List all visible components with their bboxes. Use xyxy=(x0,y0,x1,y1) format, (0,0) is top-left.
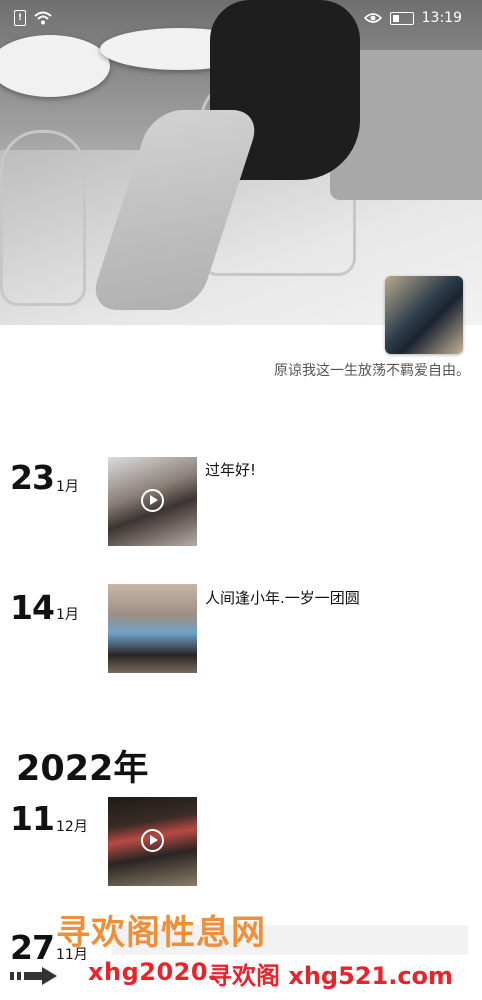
battery-icon xyxy=(389,11,414,25)
post-caption: 过年好! xyxy=(205,461,257,479)
cover-chair-left xyxy=(0,130,86,306)
post-thumbnail[interactable] xyxy=(108,584,197,673)
watermark-text: 寻欢阁性息网 xyxy=(56,913,266,953)
post-thumbnail[interactable] xyxy=(108,457,197,546)
year-header: 2022年 xyxy=(16,749,149,789)
post-month: 12月 xyxy=(56,819,88,835)
profile-signature: 原谅我这一生放荡不羁爱自由。 xyxy=(274,363,470,379)
wifi-icon xyxy=(34,11,52,25)
arrow-icon xyxy=(10,967,57,985)
eye-icon xyxy=(363,13,382,23)
cover-table-left xyxy=(0,35,110,97)
post-thumbnail[interactable] xyxy=(108,797,197,886)
post-day: 11 xyxy=(10,799,55,838)
post-day: 23 xyxy=(10,458,55,497)
watermark-url: xhg2020. xyxy=(88,958,218,986)
post-caption: 人间逢小年.一岁一团圆 xyxy=(205,589,360,607)
sim-icon: ! xyxy=(14,10,26,26)
watermark-url-2: 寻欢阁 xhg521.com xyxy=(208,962,454,990)
play-icon[interactable] xyxy=(141,489,164,512)
status-bar: ! 13:19 xyxy=(0,0,482,38)
post-day: 27 xyxy=(10,928,55,967)
play-icon[interactable] xyxy=(141,829,164,852)
status-time: 13:19 xyxy=(421,10,462,26)
post-month: 1月 xyxy=(56,607,79,623)
post-day: 14 xyxy=(10,588,55,627)
avatar[interactable] xyxy=(385,276,463,354)
post-month: 1月 xyxy=(56,479,79,495)
